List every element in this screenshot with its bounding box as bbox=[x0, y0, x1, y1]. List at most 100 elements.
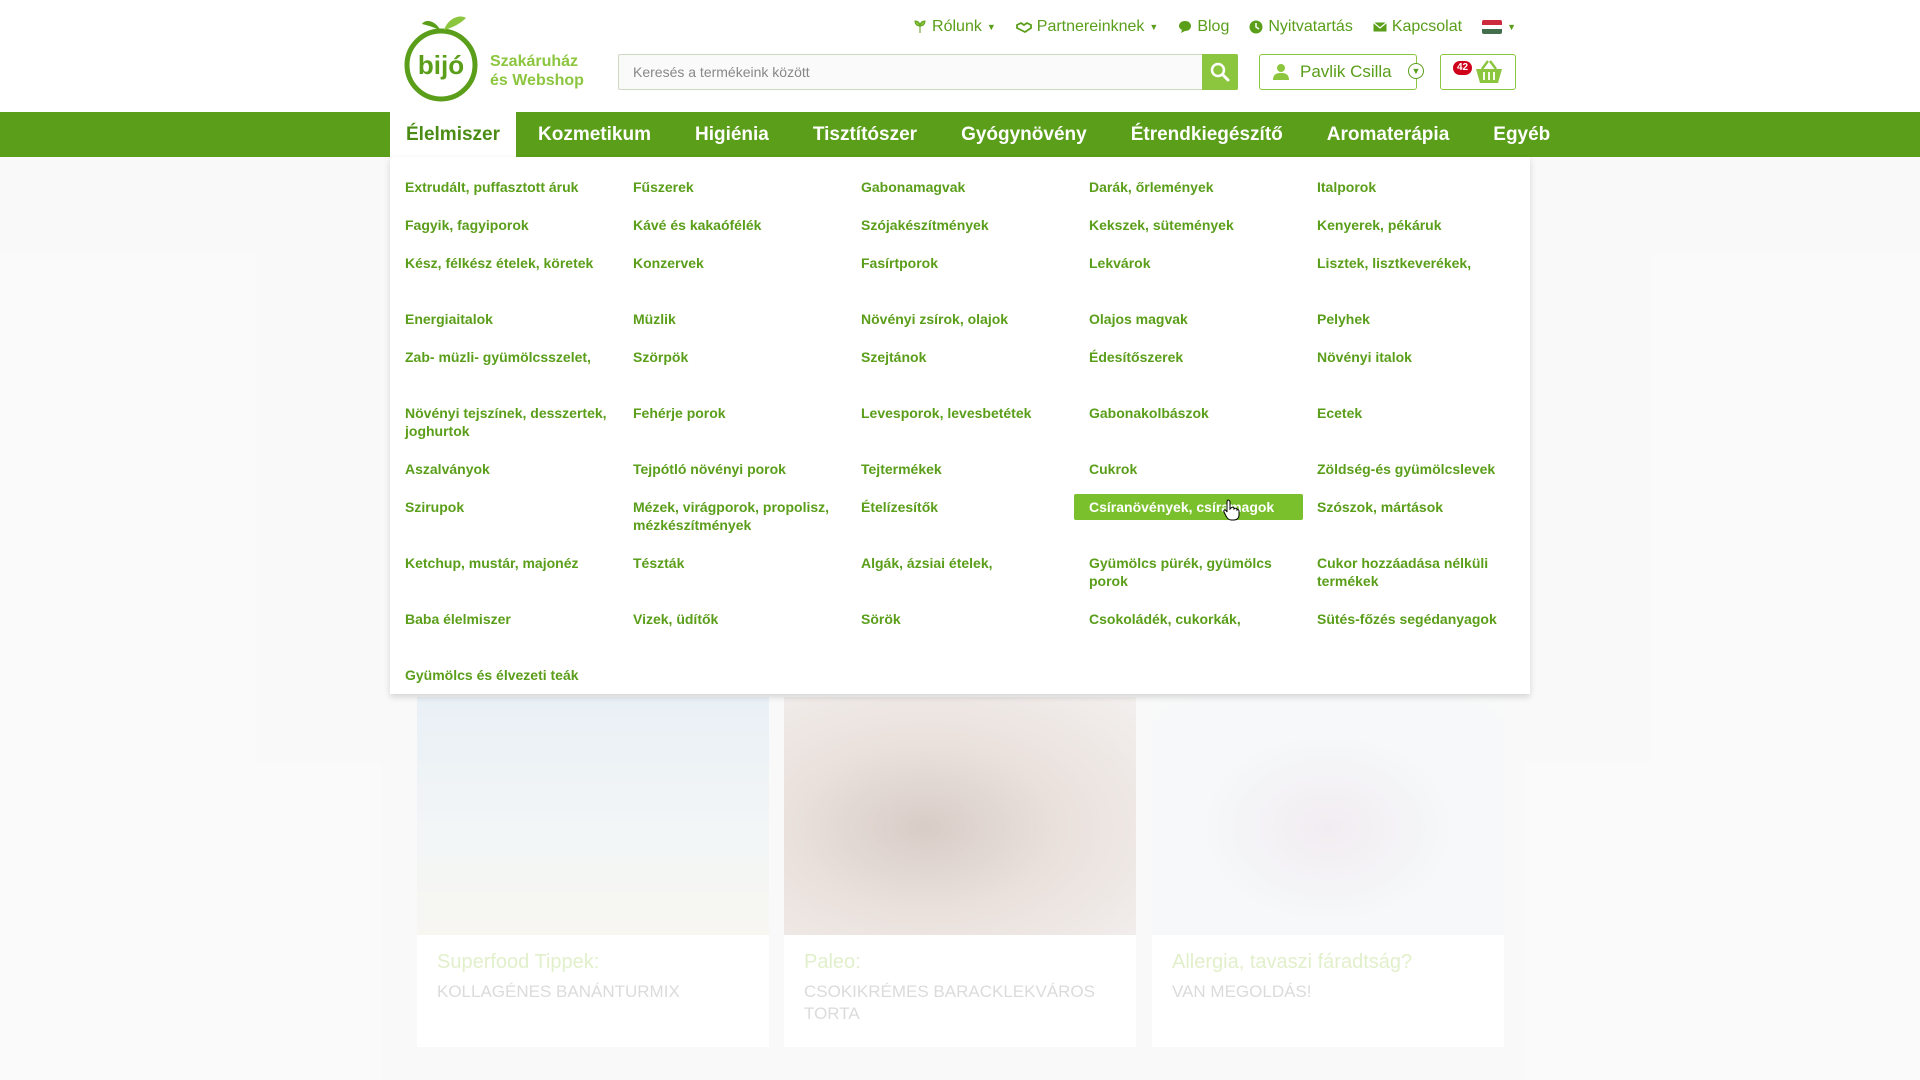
menu-category-link[interactable]: Csokoládék, cukorkák, bbox=[1074, 606, 1303, 632]
top-link-label: Blog bbox=[1197, 18, 1230, 35]
menu-category-link[interactable]: Növényi zsírok, olajok bbox=[846, 306, 1075, 332]
chevron-down-icon: ▼ bbox=[986, 22, 996, 32]
card-title: Allergia, tavaszi fáradtság? bbox=[1172, 951, 1413, 973]
menu-category-link[interactable]: Energiaitalok bbox=[390, 306, 619, 332]
menu-category-link[interactable]: Kenyerek, pékáruk bbox=[1302, 212, 1531, 238]
blog-card[interactable]: Superfood Tippek: KOLLAGÉNES BANÁNTURMIX bbox=[417, 697, 769, 1047]
menu-category-link[interactable]: Müzlik bbox=[618, 306, 847, 332]
nav-tab[interactable]: Egyéb bbox=[1471, 112, 1572, 157]
menu-category-link[interactable]: Algák, ázsiai ételek, bbox=[846, 550, 1075, 576]
menu-category-link[interactable]: Konzervek bbox=[618, 250, 847, 276]
site-header: bijó Szakáruház és Webshop Rólunk ▼ Part… bbox=[0, 0, 1920, 112]
menu-category-link[interactable]: Mézek, virágporok, propolisz, mézkészítm… bbox=[618, 494, 847, 538]
menu-category-link[interactable]: Szörpök bbox=[618, 344, 847, 370]
menu-category-link[interactable]: Növényi tejszínek, desszertek, joghurtok bbox=[390, 400, 619, 444]
menu-category-link[interactable]: Tészták bbox=[618, 550, 847, 576]
menu-category-link[interactable]: Darák, őrlemények bbox=[1074, 174, 1303, 200]
search-bar bbox=[618, 54, 1238, 90]
chevron-down-circle-icon[interactable]: ▼ bbox=[1408, 63, 1424, 79]
blog-card[interactable]: Paleo: CSOKIKRÉMES BARACKLEKVÁROS TORTA bbox=[784, 697, 1136, 1047]
tagline: Szakáruház és Webshop bbox=[490, 52, 584, 90]
menu-category-link[interactable]: Fehérje porok bbox=[618, 400, 847, 426]
menu-category-link[interactable]: Sütés-főzés segédanyagok bbox=[1302, 606, 1531, 632]
menu-category-link[interactable]: Tejpótló növényi porok bbox=[618, 456, 847, 482]
handshake-icon bbox=[1015, 21, 1032, 34]
top-link-partnereinknek[interactable]: Partnereinknek ▼ bbox=[1015, 18, 1159, 36]
menu-category-link[interactable]: Lisztek, lisztkeverékek, bbox=[1302, 250, 1531, 276]
cake-image bbox=[784, 697, 1136, 935]
top-link-kapcsolat[interactable]: Kapcsolat bbox=[1372, 18, 1462, 36]
menu-category-link[interactable]: Ketchup, mustár, majonéz bbox=[390, 550, 619, 576]
logo-wordmark: bijó bbox=[418, 50, 464, 80]
top-link-rolunk[interactable]: Rólunk ▼ bbox=[913, 18, 996, 36]
nav-tab[interactable]: Tisztítószer bbox=[791, 112, 939, 157]
user-account-button[interactable]: Pavlik Csilla ▼ bbox=[1259, 54, 1424, 90]
cart-count-badge: 42 bbox=[1453, 61, 1473, 75]
menu-category-link[interactable]: Extrudált, puffasztott áruk bbox=[390, 174, 619, 200]
cart-button[interactable]: 42 bbox=[1440, 54, 1516, 90]
menu-category-link[interactable]: Fasírtporok bbox=[846, 250, 1075, 276]
menu-category-link[interactable]: Sörök bbox=[846, 606, 1075, 632]
menu-category-link[interactable]: Olajos magvak bbox=[1074, 306, 1303, 332]
menu-category-link[interactable]: Aszalványok bbox=[390, 456, 619, 482]
chevron-down-icon: ▼ bbox=[1149, 22, 1159, 32]
card-subtitle: VAN MEGOLDÁS! bbox=[1172, 982, 1312, 1001]
menu-category-link[interactable]: Gyümölcs és élvezeti teák bbox=[390, 662, 619, 688]
nav-items: Élelmiszer Kozmetikum Higiénia Tisztítószer… bbox=[390, 112, 1572, 157]
menu-category-link[interactable]: Kész, félkész ételek, köretek bbox=[390, 250, 619, 276]
card-title: Superfood Tippek: bbox=[437, 951, 600, 973]
search-input[interactable] bbox=[619, 55, 1202, 89]
language-selector[interactable]: ▼ bbox=[1482, 20, 1516, 34]
menu-category-link[interactable]: Fagyik, fagyiporok bbox=[390, 212, 619, 238]
menu-category-link[interactable]: Ecetek bbox=[1302, 400, 1531, 426]
menu-category-link[interactable]: Zöldség-és gyümölcslevek bbox=[1302, 456, 1531, 482]
nav-tab[interactable]: Aromaterápia bbox=[1305, 112, 1472, 157]
menu-category-link[interactable]: Kekszek, sütemények bbox=[1074, 212, 1303, 238]
menu-category-link[interactable]: Tejtermékek bbox=[846, 456, 1075, 482]
menu-category-link[interactable]: Zab- müzli- gyümölcsszelet, bbox=[390, 344, 619, 370]
menu-category-link[interactable]: Cukrok bbox=[1074, 456, 1303, 482]
card-subtitle: KOLLAGÉNES BANÁNTURMIX bbox=[437, 982, 680, 1001]
smoothie-image bbox=[417, 697, 769, 935]
menu-category-link[interactable]: Szirupok bbox=[390, 494, 619, 520]
leaf-icon bbox=[914, 20, 926, 33]
top-link-blog[interactable]: Blog bbox=[1178, 18, 1229, 36]
menu-category-link[interactable]: Ételízesítők bbox=[846, 494, 1075, 520]
nav-tab[interactable]: Higiénia bbox=[673, 112, 791, 157]
menu-category-link[interactable]: Gabonakolbászok bbox=[1074, 400, 1303, 426]
menu-category-link[interactable]: Baba élelmiszer bbox=[390, 606, 619, 632]
main-navigation: Élelmiszer Kozmetikum Higiénia Tisztítószer… bbox=[0, 112, 1920, 157]
menu-category-link[interactable]: Kávé és kakaófélék bbox=[618, 212, 847, 238]
menu-category-link[interactable]: Fűszerek bbox=[618, 174, 847, 200]
nav-tab[interactable]: Kozmetikum bbox=[516, 112, 673, 157]
menu-category-link[interactable]: Növényi italok bbox=[1302, 344, 1531, 370]
nav-tab[interactable]: Élelmiszer bbox=[390, 112, 516, 157]
menu-category-link[interactable]: Csíranövények, csíramagok bbox=[1074, 494, 1303, 520]
menu-category-link[interactable]: Szejtánok bbox=[846, 344, 1075, 370]
menu-category-link[interactable]: Szójakészítmények bbox=[846, 212, 1075, 238]
top-link-nyitvatartas[interactable]: Nyitvatartás bbox=[1249, 18, 1353, 36]
menu-category-link[interactable]: Szószok, mártások bbox=[1302, 494, 1531, 520]
tagline-line2: és Webshop bbox=[490, 72, 584, 89]
menu-category-link[interactable]: Cukor hozzáadása nélküli termékek bbox=[1302, 550, 1531, 594]
hungarian-flag-icon bbox=[1482, 20, 1503, 34]
bijo-logo[interactable]: bijó bbox=[404, 10, 478, 102]
blog-card[interactable]: Allergia, tavaszi fáradtság? VAN MEGOLDÁ… bbox=[1152, 697, 1504, 1047]
chevron-down-icon: ▼ bbox=[1507, 22, 1516, 32]
food-category-dropdown: Extrudált, puffasztott áruk Fagyik, fagyi… bbox=[390, 157, 1530, 694]
top-link-label: Nyitvatartás bbox=[1268, 18, 1353, 35]
nav-tab[interactable]: Gyógynövény bbox=[939, 112, 1109, 157]
menu-category-link[interactable]: Pelyhek bbox=[1302, 306, 1531, 332]
menu-category-link[interactable]: Vizek, üdítők bbox=[618, 606, 847, 632]
user-name: Pavlik Csilla bbox=[1300, 62, 1392, 81]
card-title: Paleo: bbox=[804, 951, 861, 973]
menu-category-link[interactable]: Levesporok, levesbetétek bbox=[846, 400, 1075, 426]
menu-category-link[interactable]: Édesítőszerek bbox=[1074, 344, 1303, 370]
menu-category-link[interactable]: Lekvárok bbox=[1074, 250, 1303, 276]
flowers-image bbox=[1152, 697, 1504, 935]
menu-category-link[interactable]: Gyümölcs pürék, gyümölcs porok bbox=[1074, 550, 1303, 594]
nav-tab[interactable]: Étrendkiegészítő bbox=[1109, 112, 1305, 157]
menu-category-link[interactable]: Italporok bbox=[1302, 174, 1531, 200]
menu-category-link[interactable]: Gabonamagvak bbox=[846, 174, 1075, 200]
search-button[interactable] bbox=[1202, 54, 1238, 90]
